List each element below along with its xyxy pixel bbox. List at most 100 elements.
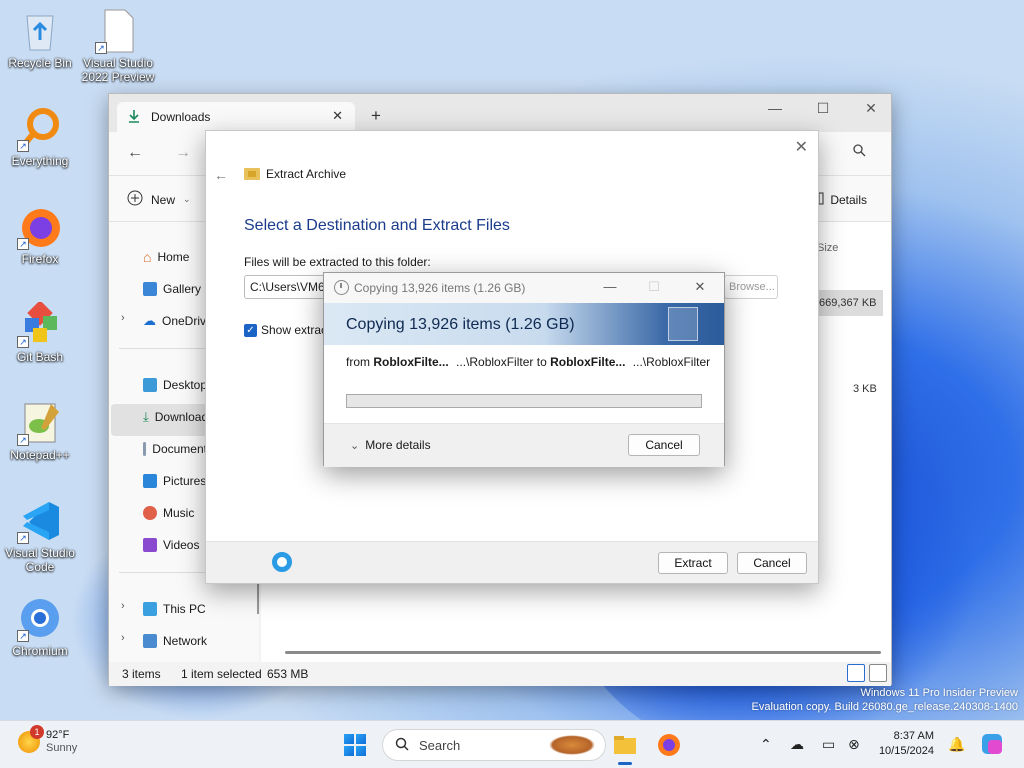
- horizontal-scrollbar[interactable]: [285, 651, 881, 654]
- taskbar-clock[interactable]: 8:37 AM 10/15/2024: [874, 729, 934, 759]
- start-button[interactable]: [344, 734, 366, 756]
- evaluation-watermark: Windows 11 Pro Insider Preview Evaluatio…: [752, 686, 1018, 714]
- desktop-icon-label: Git Bash: [16, 350, 64, 364]
- windows-logo-pane: [356, 734, 366, 744]
- browse-button[interactable]: Browse...: [724, 275, 778, 299]
- sidebar-item-documents[interactable]: Documents: [143, 436, 213, 462]
- taskbar-search[interactable]: Search: [382, 729, 606, 761]
- cancel-copy-button[interactable]: Cancel: [628, 434, 700, 456]
- show-extracted-files-checkbox[interactable]: ✓ Show extracted files when complete: [244, 323, 328, 337]
- maximize-icon[interactable]: ☐: [813, 100, 833, 117]
- search-icon: [395, 737, 409, 754]
- file-explorer-taskbar-icon[interactable]: [612, 732, 638, 765]
- sidebar-item-this-pc[interactable]: This PC: [143, 596, 206, 622]
- source-name[interactable]: RobloxFilte...: [373, 355, 448, 369]
- copilot-icon[interactable]: [980, 732, 1006, 758]
- back-arrow-icon[interactable]: ←: [214, 167, 228, 183]
- tab-downloads[interactable]: Downloads ✕: [117, 102, 355, 132]
- details-view-icon[interactable]: [847, 664, 865, 682]
- watermark-line-1: Windows 11 Pro Insider Preview: [860, 687, 1018, 699]
- search-icon[interactable]: [853, 144, 866, 160]
- sidebar-item-downloads[interactable]: ⤓ Downloads: [143, 404, 213, 430]
- shortcut-arrow-icon: ↗: [17, 336, 29, 348]
- desktop-icon-label: Visual Studio 2022 Preview: [81, 56, 155, 84]
- windows-logo-pane: [356, 746, 366, 756]
- sidebar-item-desktop[interactable]: Desktop: [143, 372, 213, 398]
- cloud-icon: ☁: [143, 313, 156, 328]
- desktop-icon-vscode[interactable]: ↗ Visual Studio Code: [0, 498, 80, 574]
- notification-badge: 1: [30, 725, 44, 739]
- chromium-icon: ↗: [17, 596, 63, 642]
- tiles-view-icon[interactable]: [869, 664, 887, 682]
- cancel-button[interactable]: Cancel: [737, 552, 807, 574]
- copy-progress-dialog: Copying 13,926 items (1.26 GB) — ☐ ✕ Cop…: [323, 272, 725, 467]
- details-button[interactable]: Details: [811, 192, 867, 208]
- bell-icon[interactable]: 🔔: [948, 736, 965, 753]
- sidebar-item-music[interactable]: Music: [143, 500, 194, 526]
- destination-label: Files will be extracted to this folder:: [244, 255, 431, 269]
- sidebar-item-gallery[interactable]: Gallery: [143, 276, 201, 302]
- sidebar-item-label: Gallery: [163, 282, 202, 296]
- chevron-right-icon[interactable]: ›: [121, 600, 125, 612]
- desktop-icon-everything[interactable]: ↗ Everything: [0, 106, 80, 168]
- copy-source-destination: from RobloxFilte... ...\RobloxFilter to …: [346, 355, 710, 369]
- firefox-icon: ↗: [17, 204, 63, 250]
- desktop-icon-visual-studio-2022[interactable]: ↗ Visual Studio 2022 Preview: [78, 8, 158, 84]
- close-icon[interactable]: ✕: [795, 137, 808, 157]
- sidebar-item-onedrive[interactable]: ☁ OneDrive: [143, 308, 213, 334]
- firefox-taskbar-icon[interactable]: [656, 732, 682, 758]
- from-word: from: [346, 355, 370, 369]
- copy-banner-text: Copying 13,926 items (1.26 GB): [346, 316, 575, 333]
- file-size-value: 669,367 KB: [819, 297, 877, 309]
- chevron-down-icon: ⌄: [183, 194, 191, 204]
- weather-widget[interactable]: 1 92°F Sunny: [18, 725, 77, 755]
- sidebar-item-label: This PC: [163, 602, 206, 616]
- minimize-icon[interactable]: —: [765, 100, 785, 116]
- close-icon[interactable]: ✕: [690, 279, 710, 295]
- sidebar-item-home[interactable]: ⌂ Home: [143, 244, 189, 270]
- gallery-icon: [143, 282, 157, 296]
- column-header-size[interactable]: Size: [817, 242, 838, 254]
- desktop-icon-notepadpp[interactable]: ↗ Notepad++: [0, 400, 80, 462]
- chevron-up-icon[interactable]: ⌃: [760, 736, 772, 753]
- new-tab-icon[interactable]: +: [371, 106, 381, 126]
- network-offline-icon[interactable]: ☁: [790, 736, 804, 753]
- sidebar-item-network[interactable]: Network: [143, 628, 207, 654]
- more-details-toggle[interactable]: ⌄ More details: [350, 438, 431, 452]
- extract-button[interactable]: Extract: [658, 552, 728, 574]
- shortcut-arrow-icon: ↗: [17, 630, 29, 642]
- explorer-tab-bar: Downloads ✕ + — ☐ ✕: [109, 94, 891, 132]
- sidebar-item-videos[interactable]: Videos: [143, 532, 199, 558]
- recycle-bin-icon: [17, 8, 63, 54]
- magnifier-icon: ↗: [17, 106, 63, 152]
- sidebar-item-label: Home: [157, 250, 190, 264]
- videos-icon: [143, 538, 157, 552]
- status-item-count: 3 items: [122, 667, 161, 681]
- shortcut-arrow-icon: ↗: [17, 238, 29, 250]
- destination-path-input[interactable]: C:\Users\VM6: [244, 275, 334, 299]
- home-icon: ⌂: [143, 249, 152, 265]
- desktop-icon-firefox[interactable]: ↗ Firefox: [0, 204, 80, 266]
- sun-icon: 1: [18, 725, 44, 753]
- chevron-right-icon[interactable]: ›: [121, 632, 125, 644]
- close-tab-icon[interactable]: ✕: [332, 108, 343, 124]
- minimize-icon[interactable]: —: [600, 279, 620, 294]
- destination-name[interactable]: RobloxFilte...: [550, 355, 625, 369]
- desktop-icon-recycle-bin[interactable]: Recycle Bin: [0, 8, 80, 70]
- copy-dialog-titlebar: Copying 13,926 items (1.26 GB) — ☐ ✕: [324, 273, 724, 303]
- sidebar-item-pictures[interactable]: Pictures: [143, 468, 206, 494]
- back-arrow-icon[interactable]: ←: [127, 144, 143, 162]
- chevron-right-icon[interactable]: ›: [121, 312, 125, 324]
- volume-muted-icon[interactable]: ⊗: [848, 736, 860, 753]
- forward-arrow-icon[interactable]: →: [175, 144, 191, 162]
- status-selected: 1 item selected: [181, 667, 262, 681]
- computer-icon: [143, 602, 157, 616]
- desktop-icon-chromium[interactable]: ↗ Chromium: [0, 596, 80, 658]
- status-selected-size: 653 MB: [267, 667, 309, 681]
- close-window-icon[interactable]: ✕: [861, 100, 881, 117]
- shortcut-arrow-icon: ↗: [17, 140, 29, 152]
- new-button[interactable]: New ⌄: [127, 190, 191, 209]
- desktop-icon-git-bash[interactable]: ↗ Git Bash: [0, 300, 80, 364]
- file-size-value: 3 KB: [853, 383, 877, 395]
- display-icon[interactable]: ▭: [822, 736, 835, 753]
